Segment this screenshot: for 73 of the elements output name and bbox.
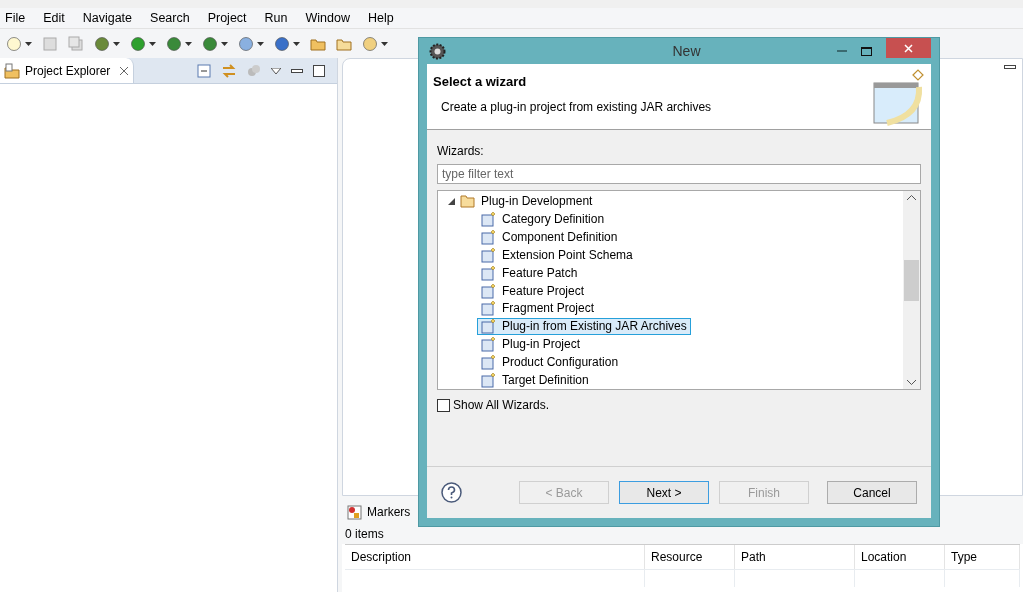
close-icon[interactable]: [119, 65, 130, 76]
menu-item[interactable]: Run: [264, 8, 288, 28]
markers-tab[interactable]: Markers: [367, 503, 411, 521]
maximize-icon[interactable]: [861, 46, 872, 56]
dropdown-arrow-icon[interactable]: [221, 41, 228, 46]
tree-item[interactable]: Fragment Project: [477, 300, 599, 317]
menu-item[interactable]: Window: [305, 8, 350, 28]
tree-item[interactable]: Plug-in Project: [477, 335, 585, 353]
wizard-icon: [481, 282, 497, 299]
column-header[interactable]: Resource: [645, 545, 735, 569]
scrollbar-thumb[interactable]: [904, 260, 919, 301]
wizard-icon: [481, 336, 497, 353]
gear-icon: [429, 42, 446, 60]
dropdown-arrow-icon[interactable]: [25, 41, 32, 46]
dropdown-arrow-icon[interactable]: [149, 41, 156, 46]
checkbox[interactable]: [437, 398, 450, 412]
view-menu-icon[interactable]: [271, 67, 281, 74]
tab-title: Project Explorer: [25, 62, 111, 80]
tree-item[interactable]: Plug-in from Existing JAR Archives: [477, 317, 691, 335]
dropdown-arrow-icon[interactable]: [185, 41, 192, 46]
wizard-icon: [481, 372, 497, 389]
wizard-icon: [481, 300, 497, 317]
column-header[interactable]: Description: [345, 545, 645, 569]
dropdown-arrow-icon[interactable]: [293, 41, 300, 46]
folder-icon: [4, 62, 20, 79]
column-header[interactable]: Type: [945, 545, 1020, 569]
tree-item[interactable]: Extension Point Schema: [477, 246, 637, 264]
checkbox-label[interactable]: Show All Wizards.: [453, 396, 550, 414]
close-button[interactable]: [886, 38, 931, 58]
tree-item[interactable]: Feature Project: [477, 282, 589, 300]
tree-item[interactable]: Product Configuration: [477, 353, 623, 371]
wizard-description: Create a plug-in project from existing JAR archives: [440, 98, 713, 116]
maximize-icon[interactable]: [313, 64, 325, 77]
collapse-all-icon[interactable]: [197, 63, 211, 78]
wizard-icon: [481, 354, 497, 371]
scroll-up-icon[interactable]: [907, 195, 916, 200]
project-explorer-tab[interactable]: Project Explorer: [0, 58, 135, 83]
wizard-icon: [481, 318, 497, 335]
menu-item[interactable]: Help: [367, 8, 394, 28]
tree-item[interactable]: Feature Patch: [477, 264, 582, 282]
scrollbar[interactable]: [903, 191, 920, 389]
close-icon: [904, 43, 913, 53]
wizard-icon: [481, 228, 497, 245]
wizard-icon: [481, 210, 497, 227]
menu-item[interactable]: Edit: [43, 8, 65, 28]
dropdown-arrow-icon[interactable]: [381, 41, 388, 46]
minimize-icon[interactable]: [291, 68, 303, 73]
help-icon[interactable]: [441, 482, 462, 503]
dialog-button[interactable]: Cancel: [827, 481, 917, 504]
tree-item[interactable]: Plug-in Development: [481, 192, 593, 210]
wizard-icon: [481, 264, 497, 281]
expand-arrow-icon[interactable]: [448, 197, 455, 205]
dropdown-arrow-icon[interactable]: [257, 41, 264, 46]
tree-item[interactable]: Category Definition: [477, 210, 609, 228]
menu-item[interactable]: Project: [207, 8, 247, 28]
filter-field[interactable]: type filter text: [437, 164, 921, 184]
menu-item[interactable]: File: [5, 8, 26, 28]
markers-icon: [347, 504, 362, 520]
wizard-heading: Select a wizard: [433, 73, 528, 91]
column-header[interactable]: Path: [735, 545, 855, 569]
column-header[interactable]: Location: [855, 545, 945, 569]
wizards-label: Wizards:: [437, 143, 485, 160]
wizard-icon: [481, 246, 497, 263]
menu-item[interactable]: Navigate: [82, 8, 133, 28]
menu-item[interactable]: Search: [150, 8, 190, 28]
folder-icon: [460, 194, 476, 208]
minimize-icon[interactable]: [1004, 65, 1016, 69]
dialog-button[interactable]: Next >: [619, 481, 709, 504]
dropdown-arrow-icon[interactable]: [113, 41, 120, 46]
tree-item[interactable]: Target Definition: [477, 371, 593, 389]
scroll-down-icon[interactable]: [907, 380, 916, 385]
tree-item[interactable]: Component Definition: [477, 228, 622, 246]
window-title: New: [671, 41, 702, 61]
